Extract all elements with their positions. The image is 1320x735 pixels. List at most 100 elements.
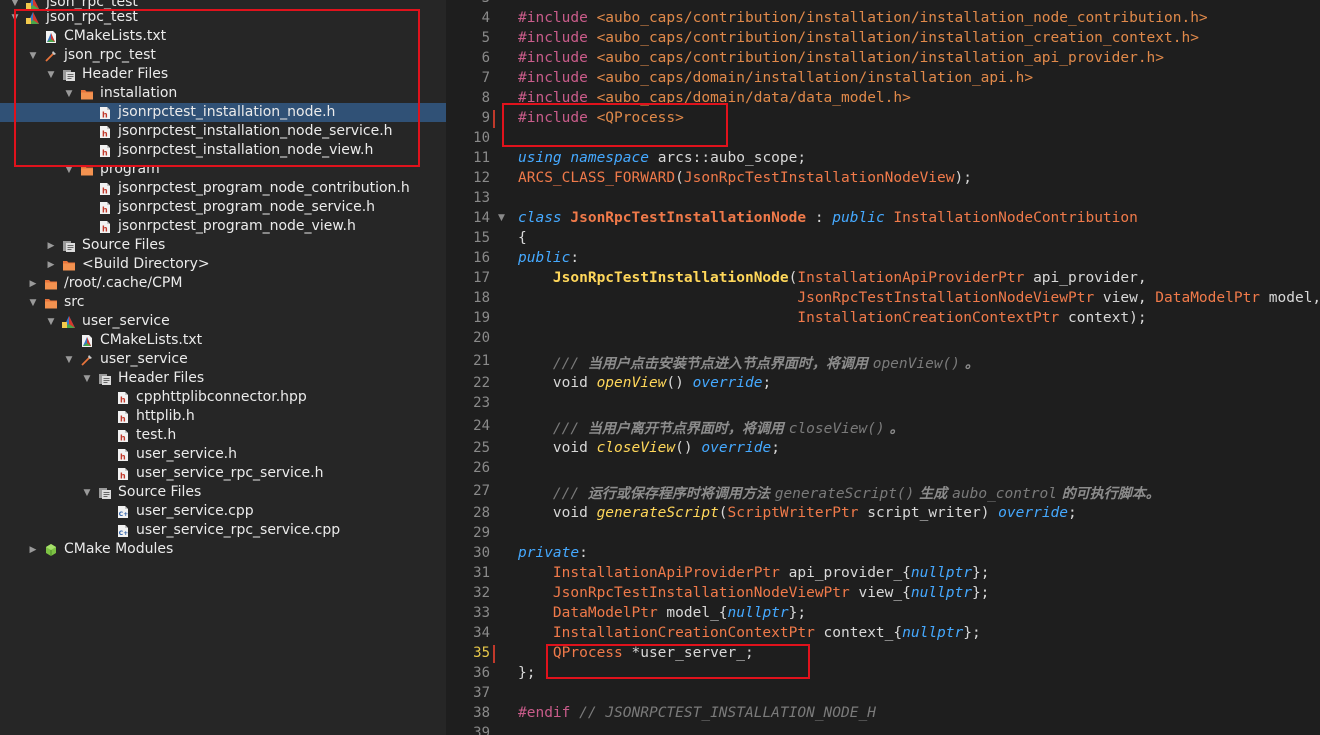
tree-item[interactable]: ▼ user_service — [0, 350, 446, 369]
tree-item[interactable]: h test.h — [0, 426, 446, 445]
project-icon — [62, 315, 76, 329]
code-line: JsonRpcTestInstallationNodeViewPtr view,… — [518, 290, 1320, 306]
code-line: class JsonRpcTestInstallationNode : publ… — [518, 210, 1138, 226]
line-number: 13 — [473, 190, 490, 206]
code-token: JsonRpcTestInstallationNode — [552, 270, 789, 286]
code-line: /// 当用户离开节点界面时，将调用 closeView() 。 — [518, 418, 904, 438]
svg-text:h: h — [120, 395, 126, 404]
fold-chevron-icon[interactable]: ▼ — [498, 213, 508, 223]
line-number: 21 — [473, 353, 490, 369]
code-token: 当用户点击安装节点进入节点界面时，将调用 — [587, 356, 873, 372]
tree-item[interactable]: h jsonrpctest_program_node_contribution.h — [0, 179, 446, 198]
line-number: 27 — [473, 483, 490, 499]
tree-item[interactable]: h cpphttplibconnector.hpp — [0, 388, 446, 407]
code-token: nullptr — [727, 605, 789, 621]
tree-item-label: httplib.h — [136, 408, 195, 424]
tree-item[interactable]: ▶ Source Files — [0, 236, 446, 255]
tree-item[interactable]: ▶ /root/.cache/CPM — [0, 274, 446, 293]
tree-item[interactable]: h user_service_rpc_service.h — [0, 464, 446, 483]
tree-item[interactable]: C+ user_service_rpc_service.cpp — [0, 521, 446, 540]
code-token: ScriptWriterPtr — [727, 505, 859, 521]
tree-item[interactable]: h user_service.h — [0, 445, 446, 464]
chevron-right-icon[interactable]: ▶ — [28, 544, 38, 556]
code-line: { — [518, 230, 527, 246]
tree-item-label: user_service_rpc_service.cpp — [136, 522, 341, 538]
code-line: private: — [518, 545, 588, 561]
tree-item-label: Header Files — [118, 370, 205, 386]
code-token: ; — [1068, 505, 1077, 521]
line-number: 38 — [473, 705, 490, 721]
code-token: nullptr — [902, 625, 964, 641]
tree-item[interactable]: C+ user_service.cpp — [0, 502, 446, 521]
line-number: 17 — [473, 270, 490, 286]
tree-item[interactable]: CMakeLists.txt — [0, 331, 446, 350]
chevron-down-icon[interactable]: ▼ — [82, 373, 92, 385]
cpp-file-icon: C+ — [116, 524, 130, 538]
source-folder-icon — [98, 486, 112, 500]
line-number: 36 — [473, 665, 490, 681]
tree-item-label: jsonrpctest_program_node_view.h — [118, 218, 356, 234]
code-token: ( — [675, 170, 684, 186]
code-line: #endif // JSONRPCTEST_INSTALLATION_NODE_… — [518, 705, 876, 721]
chevron-down-icon[interactable]: ▼ — [82, 487, 92, 499]
tree-item[interactable]: ▼ user_service — [0, 312, 446, 331]
tree-item-label: user_service.h — [136, 446, 238, 462]
code-token: generateScript() — [774, 486, 915, 502]
line-number: 33 — [473, 605, 490, 621]
code-token: #include — [518, 10, 597, 26]
line-number: 20 — [473, 330, 490, 346]
tree-item[interactable]: ▶ <Build Directory> — [0, 255, 446, 274]
code-token: InstallationCreationContextPtr — [552, 625, 815, 641]
code-token: #include — [518, 30, 597, 46]
line-number: 5 — [481, 30, 490, 46]
chevron-down-icon[interactable]: ▼ — [28, 297, 38, 309]
tree-item[interactable]: h jsonrpctest_program_node_service.h — [0, 198, 446, 217]
tree-item[interactable]: ▼ src — [0, 293, 446, 312]
tree-item[interactable]: ▶ CMake Modules — [0, 540, 446, 559]
code-token: ARCS_CLASS_FORWARD — [518, 170, 676, 186]
line-number: 39 — [473, 725, 490, 735]
code-token: aubo_control — [952, 486, 1057, 502]
tree-item[interactable]: h httplib.h — [0, 407, 446, 426]
line-number: 34 — [473, 625, 490, 641]
line-number: 19 — [473, 310, 490, 326]
code-token: model_{ — [657, 605, 728, 621]
code-line: ARCS_CLASS_FORWARD(JsonRpcTestInstallati… — [518, 170, 972, 186]
chevron-right-icon[interactable]: ▶ — [46, 259, 56, 271]
line-number: 4 — [481, 10, 490, 26]
code-token: JsonRpcTestInstallationNodeViewPtr — [552, 585, 850, 601]
code-token: api_provider, — [1024, 270, 1147, 286]
tree-item[interactable]: ▼ Header Files — [0, 369, 446, 388]
change-marker — [493, 645, 495, 663]
code-token: class — [518, 210, 562, 226]
svg-text:h: h — [102, 224, 108, 233]
code-token: using — [518, 150, 562, 166]
chevron-right-icon[interactable]: ▶ — [46, 240, 56, 252]
code-token: }; — [971, 585, 990, 601]
line-number: 30 — [473, 545, 490, 561]
chevron-down-icon[interactable]: ▼ — [46, 316, 56, 328]
code-token: nullptr — [910, 585, 972, 601]
svg-text:C+: C+ — [119, 530, 128, 537]
tree-item[interactable]: h jsonrpctest_program_node_view.h — [0, 217, 446, 236]
code-token: /// — [552, 356, 588, 372]
line-number: 32 — [473, 585, 490, 601]
h-file-icon: h — [98, 182, 112, 196]
code-line: public: — [518, 250, 579, 266]
line-number: 25 — [473, 440, 490, 456]
chevron-right-icon[interactable]: ▶ — [28, 278, 38, 290]
chevron-down-icon[interactable]: ▼ — [64, 354, 74, 366]
code-token: override — [998, 505, 1069, 521]
code-token: openView — [596, 375, 667, 391]
tree-item[interactable]: ▼ Source Files — [0, 483, 446, 502]
